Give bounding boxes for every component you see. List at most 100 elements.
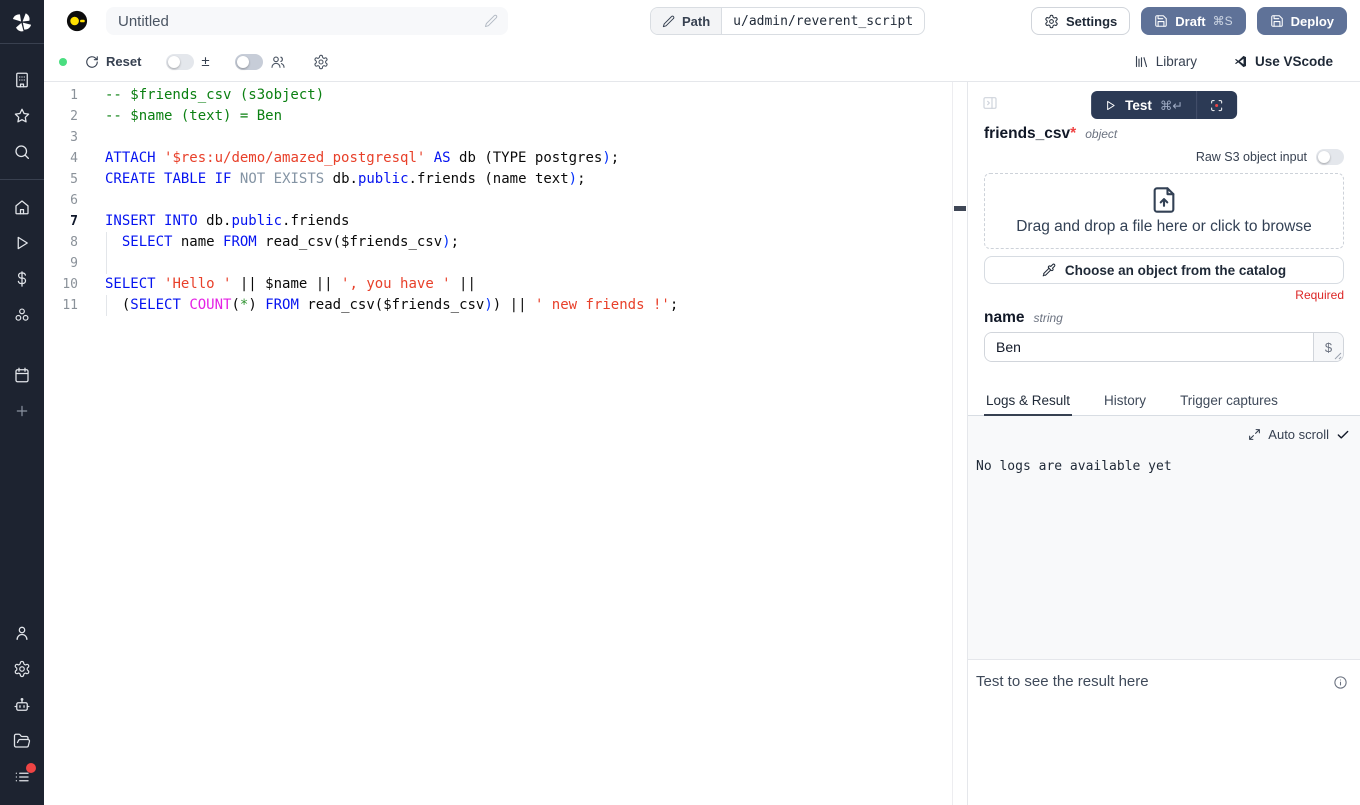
- diff-symbol: ±: [201, 53, 209, 70]
- draft-label: Draft: [1175, 14, 1205, 29]
- script-title-input[interactable]: [118, 13, 484, 30]
- file-dropzone[interactable]: Drag and drop a file here or click to br…: [984, 173, 1344, 249]
- multiplayer-toggle[interactable]: [235, 54, 263, 70]
- tab-trigger-captures[interactable]: Trigger captures: [1178, 393, 1280, 416]
- library-label: Library: [1156, 54, 1197, 69]
- duckdb-language-icon: [66, 10, 88, 32]
- settings-button[interactable]: Settings: [1031, 7, 1130, 35]
- arguments-form: friends_csv* object Raw S3 object input …: [968, 125, 1360, 362]
- search-icon[interactable]: [0, 134, 44, 170]
- required-hint: Required: [984, 288, 1344, 302]
- info-icon[interactable]: [1333, 675, 1348, 690]
- sidebar: [0, 0, 44, 805]
- code-line[interactable]: 2 -- $name (text) = Ben: [44, 106, 967, 127]
- settings-icon[interactable]: [0, 651, 44, 687]
- edit-title-pencil-icon[interactable]: [484, 14, 498, 28]
- code-text: -- $friends_csv (s3object): [105, 85, 324, 106]
- line-number: 1: [44, 88, 78, 103]
- code-editor[interactable]: 1 -- $friends_csv (s3object) 2 -- $name (te…: [44, 82, 967, 805]
- choose-object-catalog-button[interactable]: Choose an object from the catalog: [984, 256, 1344, 284]
- file-upload-icon: [1150, 186, 1178, 214]
- test-button[interactable]: Test ⌘↵: [1091, 91, 1196, 119]
- script-title-field[interactable]: [106, 7, 508, 35]
- code-line[interactable]: 11 (SELECT COUNT(*) FROM read_csv($frien…: [44, 295, 967, 316]
- status-dot: [59, 58, 67, 66]
- line-number: 6: [44, 193, 78, 208]
- panel-tabs: Logs & Result History Trigger captures: [968, 391, 1360, 416]
- collapse-panel-icon[interactable]: [982, 95, 998, 111]
- code-text: CREATE TABLE IF NOT EXISTS db.public.fri…: [105, 169, 586, 190]
- vscode-icon: [1233, 54, 1248, 69]
- draft-button[interactable]: Draft ⌘S: [1141, 7, 1245, 35]
- arg1-type: object: [1085, 127, 1117, 141]
- expand-icon[interactable]: [1248, 428, 1261, 441]
- line-number: 10: [44, 277, 78, 292]
- code-line[interactable]: 5 CREATE TABLE IF NOT EXISTS db.public.fr…: [44, 169, 967, 190]
- path-value: u/admin/reverent_script: [722, 8, 924, 34]
- resources-icon[interactable]: [0, 297, 44, 333]
- logs-area: Auto scroll No logs are available yet: [968, 416, 1360, 659]
- topbar: Path u/admin/reverent_script Settings Dr…: [44, 0, 1360, 42]
- diff-mode-toggle[interactable]: [166, 54, 194, 70]
- line-number: 2: [44, 109, 78, 124]
- code-line[interactable]: 6: [44, 190, 967, 211]
- name-input[interactable]: [985, 333, 1313, 361]
- path-button[interactable]: Path u/admin/reverent_script: [650, 7, 925, 35]
- resize-handle-icon[interactable]: [1333, 351, 1342, 360]
- deploy-label: Deploy: [1291, 14, 1334, 29]
- code-line[interactable]: 1 -- $friends_csv (s3object): [44, 85, 967, 106]
- reset-refresh-icon: [85, 55, 99, 69]
- code-text: INSERT INTO db.public.friends: [105, 211, 349, 232]
- home-icon[interactable]: [0, 189, 44, 225]
- tab-history[interactable]: History: [1102, 393, 1148, 416]
- favorites-icon[interactable]: [0, 98, 44, 134]
- reset-button[interactable]: Reset: [85, 54, 141, 69]
- cursor-position-marker: [954, 206, 966, 211]
- library-icon: [1134, 54, 1149, 69]
- raw-s3-label: Raw S3 object input: [1196, 150, 1307, 164]
- code-line[interactable]: 3: [44, 127, 967, 148]
- use-vscode-button[interactable]: Use VScode: [1233, 54, 1333, 69]
- schedules-icon[interactable]: [0, 357, 44, 393]
- editor-overview-ruler[interactable]: [952, 82, 967, 805]
- library-button[interactable]: Library: [1134, 54, 1197, 69]
- code-line[interactable]: 9: [44, 253, 967, 274]
- arg-name-label: name string: [984, 309, 1344, 327]
- result-area: Test to see the result here: [968, 659, 1360, 805]
- user-icon[interactable]: [0, 615, 44, 651]
- name-input-wrap: $: [984, 332, 1344, 362]
- result-placeholder: Test to see the result here: [976, 673, 1333, 690]
- arg2-type: string: [1034, 311, 1063, 325]
- windmill-logo[interactable]: [0, 0, 44, 44]
- code-line[interactable]: 8 SELECT name FROM read_csv($friends_csv…: [44, 232, 967, 253]
- indent-guide: [106, 253, 107, 274]
- ai-assistant-icon[interactable]: [0, 687, 44, 723]
- edit-path-pencil-icon: [662, 15, 675, 28]
- save-draft-icon: [1154, 14, 1168, 28]
- path-label-text: Path: [682, 14, 710, 29]
- editor-settings-gear-icon[interactable]: [313, 54, 329, 70]
- auto-scroll-label: Auto scroll: [1268, 427, 1329, 442]
- deploy-button[interactable]: Deploy: [1257, 7, 1347, 35]
- notification-dot: [26, 763, 36, 773]
- line-number: 11: [44, 298, 78, 313]
- tab-logs-result[interactable]: Logs & Result: [984, 393, 1072, 416]
- test-shortcut: ⌘↵: [1160, 98, 1183, 113]
- code-line[interactable]: 10SELECT 'Hello ' || $name || ', you hav…: [44, 274, 967, 295]
- runs-icon[interactable]: [0, 225, 44, 261]
- audit-logs-icon[interactable]: [0, 759, 44, 795]
- variables-icon[interactable]: [0, 261, 44, 297]
- workspace-icon[interactable]: [0, 62, 44, 98]
- raw-s3-toggle[interactable]: [1316, 149, 1344, 165]
- add-icon[interactable]: [0, 393, 44, 429]
- save-deploy-icon: [1270, 14, 1284, 28]
- code-line[interactable]: 4ATTACH '$res:u/demo/amazed_postgresql' …: [44, 148, 967, 169]
- code-text: -- $name (text) = Ben: [105, 106, 282, 127]
- auto-scroll-control[interactable]: Auto scroll: [1248, 427, 1350, 442]
- line-number: 4: [44, 151, 78, 166]
- capture-test-button[interactable]: [1197, 91, 1237, 119]
- reset-label: Reset: [106, 54, 141, 69]
- folders-icon[interactable]: [0, 723, 44, 759]
- code-line[interactable]: 7INSERT INTO db.public.friends: [44, 211, 967, 232]
- line-number: 5: [44, 172, 78, 187]
